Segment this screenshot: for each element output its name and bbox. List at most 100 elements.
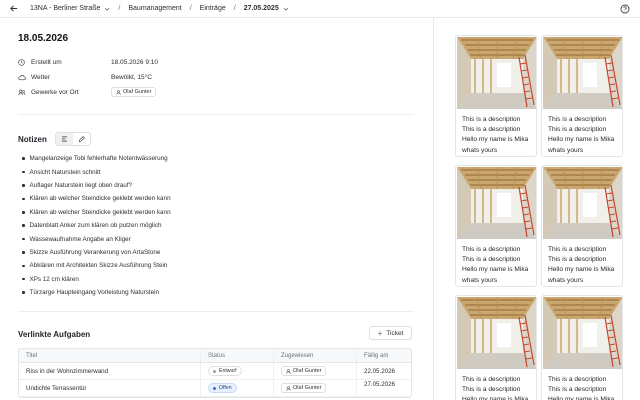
column-header-status[interactable]: Status xyxy=(201,349,274,362)
description-line: Hello my name is Mika xyxy=(548,396,615,400)
description-line: This is a description xyxy=(548,116,607,123)
linked-tasks-table: Titel Status Zugewiesen Fällig am Riss i… xyxy=(18,348,412,398)
pen-icon[interactable] xyxy=(73,133,90,145)
created-value: 18.05.2026 9:10 xyxy=(111,58,158,66)
description-line: whats yours xyxy=(548,276,584,284)
note-item: Klären ab welcher Steindicke geklebt wer… xyxy=(22,206,171,219)
note-item: Abklären mit Architekten Skizze Ausführu… xyxy=(22,259,171,272)
status-badge: Entwurf xyxy=(208,366,242,376)
description-line: This is a description xyxy=(548,376,607,383)
assignee-name: Olaf Gunter xyxy=(293,368,322,374)
table-row[interactable]: Undichte Terrassentür Offen Olaf Gunter … xyxy=(19,380,411,397)
photo-description: This is a description This is a descript… xyxy=(462,375,528,400)
ticket-button-label: Ticket xyxy=(386,329,404,337)
description-line: This is a description xyxy=(462,256,521,264)
chevron-down-icon[interactable] xyxy=(104,6,110,12)
table-header: Titel Status Zugewiesen Fällig am xyxy=(19,349,411,363)
photo-description: This is a description This is a descript… xyxy=(462,245,528,286)
list-icon[interactable] xyxy=(55,133,73,145)
description-line: Hello my name is Mika xyxy=(462,266,529,274)
description-line: This is a description xyxy=(548,386,607,394)
construction-photo xyxy=(457,297,536,369)
table-row[interactable]: Riss in der Wohnzimmerwand Entwurf Olaf … xyxy=(19,363,411,380)
page-title: 18.05.2026 xyxy=(18,33,69,44)
description-line: Hello my name is Mika xyxy=(462,396,529,400)
construction-photo xyxy=(543,37,622,109)
status-dot xyxy=(213,369,216,373)
weather-label: Wetter xyxy=(31,73,51,81)
top-bar: 13NA - Berliner Straße / Baumanagement /… xyxy=(0,0,640,18)
note-item: Datenblatt Anker zum klären ob putzen mö… xyxy=(22,219,171,232)
assignee-chip[interactable]: Olaf Gunter xyxy=(281,366,327,376)
description-line: Hello my name is Mika xyxy=(548,136,615,144)
note-item: Auflager Naturstein liegt oben drauf? xyxy=(22,179,171,192)
add-ticket-button[interactable]: + Ticket xyxy=(369,326,412,340)
description-line: This is a description xyxy=(462,376,521,383)
construction-photo xyxy=(457,37,536,109)
column-header-title[interactable]: Titel xyxy=(19,349,201,362)
photo-card[interactable]: This is a description This is a descript… xyxy=(541,295,623,400)
breadcrumb-sub[interactable]: Einträge xyxy=(200,5,226,12)
person-chip[interactable]: Olaf Gunter xyxy=(111,87,157,97)
breadcrumb-project[interactable]: 13NA - Berliner Straße xyxy=(30,5,100,12)
photo-card[interactable]: This is a description This is a descript… xyxy=(455,295,537,400)
weather-value: Bewölkt, 15°C xyxy=(111,73,152,81)
breadcrumb-separator: / xyxy=(118,5,121,12)
assignee-name: Olaf Gunter xyxy=(293,385,322,391)
entry-detail-panel: 18.05.2026 Erstellt um 18.05.2026 9:10 W… xyxy=(0,18,434,400)
section-divider xyxy=(18,114,414,115)
description-line: Hello my name is Mika xyxy=(548,266,615,274)
description-line: This is a description xyxy=(462,126,521,134)
notes-header: Notizen xyxy=(18,132,91,146)
linked-tasks-title: Verlinkte Aufgaben xyxy=(18,330,91,339)
description-line: whats yours xyxy=(462,276,498,284)
photo-card[interactable]: This is a description This is a descript… xyxy=(455,35,537,157)
clock-icon xyxy=(18,58,26,66)
status-label: Entwurf xyxy=(219,368,237,374)
photo-card[interactable]: This is a description This is a descript… xyxy=(541,35,623,157)
arrow-left-icon[interactable] xyxy=(8,4,18,14)
description-line: Hello my name is Mika xyxy=(462,136,529,144)
status-badge: Offen xyxy=(208,383,237,393)
chevron-down-icon[interactable] xyxy=(283,6,289,12)
assignee-chip[interactable]: Olaf Gunter xyxy=(281,383,327,393)
crafts-label: Gewerke vor Ort xyxy=(31,88,79,96)
column-header-assignee[interactable]: Zugewiesen xyxy=(274,349,357,362)
photo-description: This is a description This is a descript… xyxy=(462,115,528,156)
notes-list: Mangelanzeige Tobi fehlerhafte Notentwäs… xyxy=(22,152,171,299)
description-line: This is a description xyxy=(548,126,607,134)
status-dot xyxy=(213,386,216,390)
construction-photo xyxy=(543,297,622,369)
description-line: This is a description xyxy=(462,116,521,123)
breadcrumb-separator: / xyxy=(189,5,192,12)
photo-description: This is a description This is a descript… xyxy=(548,115,614,156)
meta-created: Erstellt um 18.05.2026 9:10 xyxy=(18,57,158,67)
task-due: 22.05.2026 xyxy=(364,367,395,375)
description-line: This is a description xyxy=(548,256,607,264)
help-circle-icon[interactable] xyxy=(620,4,630,14)
photo-card[interactable]: This is a description This is a descript… xyxy=(541,165,623,287)
photo-description: This is a description This is a descript… xyxy=(548,245,614,286)
user-icon xyxy=(116,89,121,95)
task-due: 27.05.2026 xyxy=(364,381,395,388)
column-header-due[interactable]: Fällig am xyxy=(357,349,411,362)
note-item: XPs 12 cm klären xyxy=(22,273,171,286)
construction-photo xyxy=(543,167,622,239)
breadcrumb-section[interactable]: Baumanagement xyxy=(128,5,181,12)
task-title: Riss in der Wohnzimmerwand xyxy=(19,363,201,379)
users-icon xyxy=(18,88,26,96)
status-label: Offen xyxy=(219,385,232,391)
section-divider xyxy=(18,311,414,312)
user-icon xyxy=(286,368,291,374)
description-line: This is a description xyxy=(462,386,521,394)
created-label: Erstellt um xyxy=(31,58,62,66)
photo-description: This is a description This is a descript… xyxy=(548,375,614,400)
view-toggle xyxy=(54,132,91,146)
plus-icon: + xyxy=(377,328,383,338)
construction-photo xyxy=(457,167,536,239)
person-name: Olaf Gunter xyxy=(123,89,152,95)
breadcrumb-current[interactable]: 27.05.2025 xyxy=(244,5,279,12)
photo-card[interactable]: This is a description This is a descript… xyxy=(455,165,537,287)
note-item: Klären ab welcher Steindicke geklebt wer… xyxy=(22,192,171,205)
breadcrumb-separator: / xyxy=(233,5,236,12)
